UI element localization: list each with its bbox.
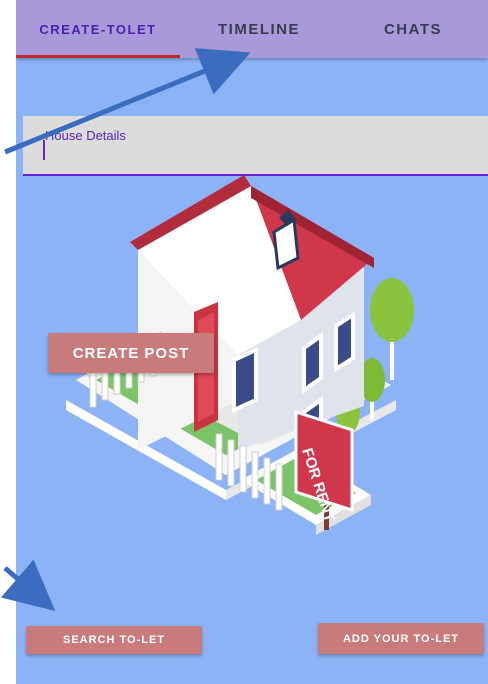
tab-chats[interactable]: CHATS [338,0,488,58]
fence-front-post-1 [215,433,223,481]
fence-front-post-2 [227,439,235,487]
selected-tab-indicator [16,55,180,58]
app-screen: CREATE-TOLET TIMELINE CHATS House Detail… [16,0,488,684]
fence-front-post-5 [263,457,271,505]
tab-timeline[interactable]: TIMELINE [180,0,338,58]
fence-front-post-4 [251,451,259,499]
tree-1 [370,278,414,342]
house-illustration: FOR RENT [66,175,414,535]
fence-front-post-3 [239,445,247,493]
fence-front-post-6 [275,463,283,511]
side-window-2 [334,311,355,373]
text-caret [43,140,45,160]
create-post-button[interactable]: CREATE POST [48,333,214,373]
front-window [232,346,258,414]
house-details-label: House Details [45,128,126,143]
tab-create-tolet[interactable]: CREATE-TOLET [16,0,180,58]
side-window-1 [302,332,323,394]
add-tolet-button[interactable]: ADD YOUR TO-LET [318,623,484,654]
search-tolet-button[interactable]: SEARCH TO-LET [26,626,202,654]
tab-bar: CREATE-TOLET TIMELINE CHATS [16,0,488,58]
